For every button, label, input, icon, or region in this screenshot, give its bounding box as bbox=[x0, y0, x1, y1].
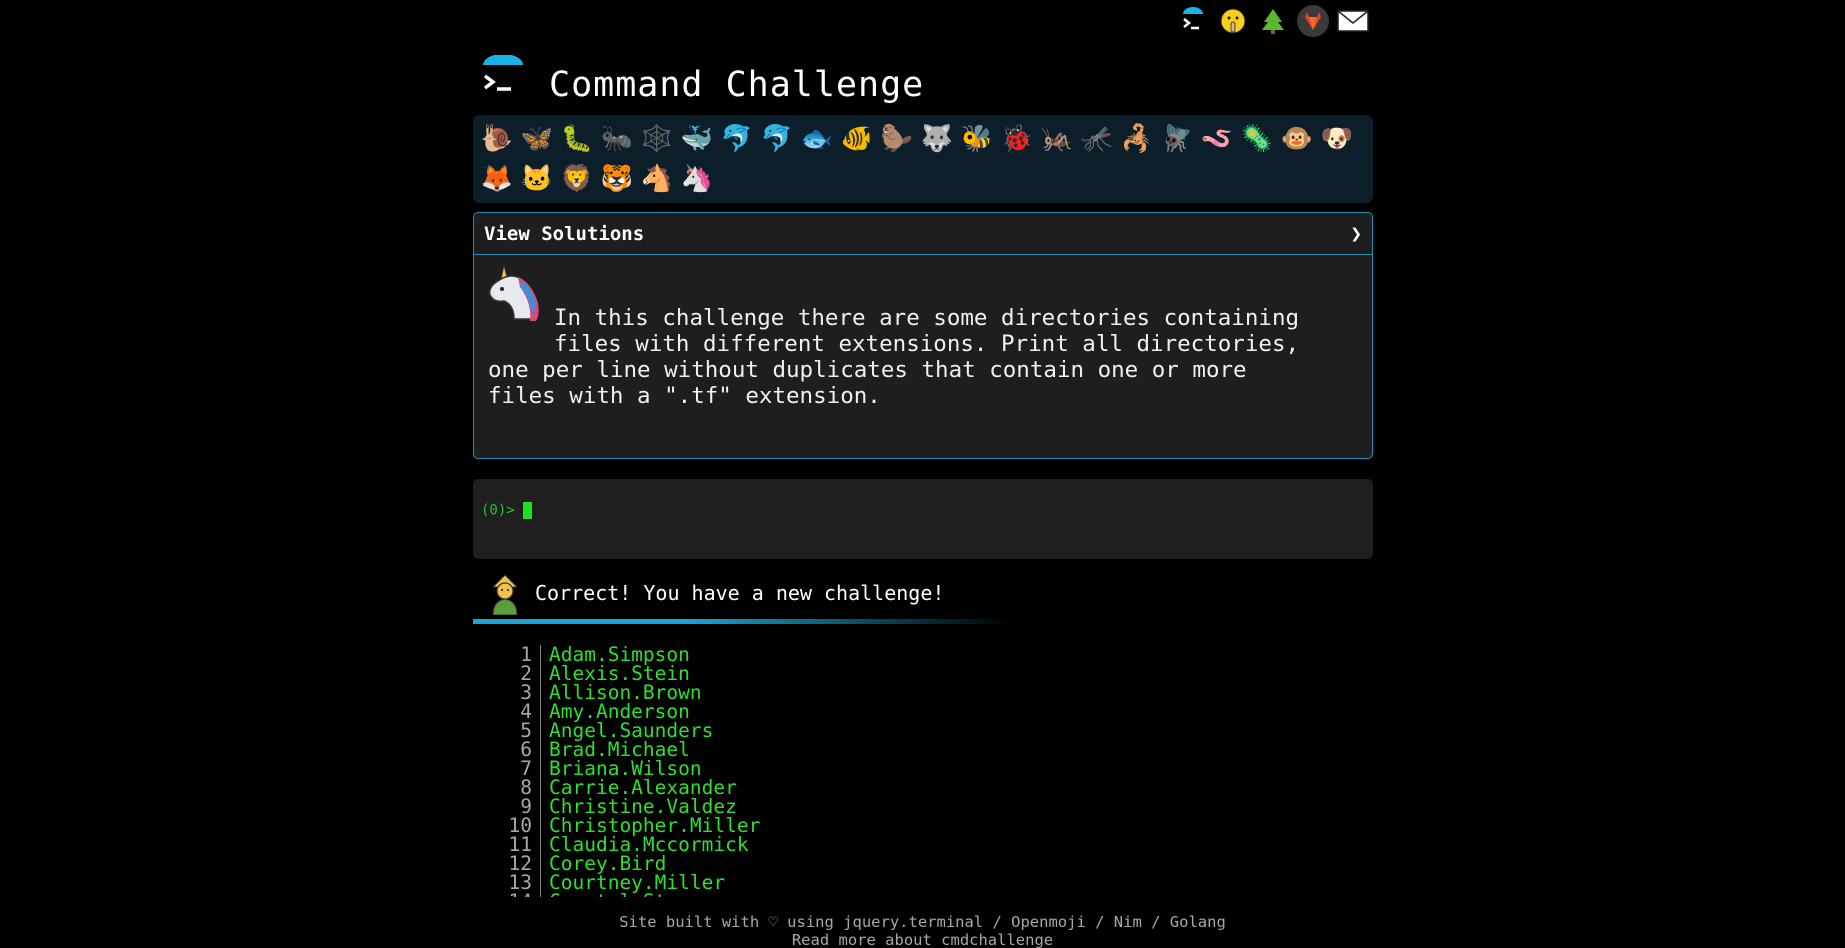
line-separator bbox=[540, 683, 541, 702]
challenge-tiger-icon[interactable]: 🐯 bbox=[597, 159, 637, 199]
line-separator bbox=[540, 797, 541, 816]
challenge-lion-icon[interactable]: 🦁 bbox=[557, 159, 597, 199]
line-number: 14 bbox=[473, 892, 540, 897]
challenge-description: In this challenge there are some directo… bbox=[474, 255, 1372, 419]
challenge-microbe-icon[interactable]: 🦠 bbox=[1237, 119, 1277, 159]
line-separator bbox=[540, 873, 541, 892]
unicorn-icon bbox=[484, 263, 544, 325]
challenge-caterpillar-icon[interactable]: 🐛 bbox=[557, 119, 597, 159]
challenge-dog-icon[interactable]: 🐶 bbox=[1317, 119, 1357, 159]
progress-bar bbox=[473, 619, 1013, 624]
shushing-face-icon[interactable] bbox=[1216, 4, 1250, 38]
challenge-text: In this challenge there are some directo… bbox=[488, 305, 1358, 409]
challenge-butterfly-icon[interactable]: 🦋 bbox=[517, 119, 557, 159]
view-solutions-header[interactable]: View Solutions ❯ bbox=[474, 213, 1372, 255]
terminal-prompt: (0)> bbox=[481, 502, 515, 518]
challenge-snail-icon[interactable]: 🐌 bbox=[477, 119, 517, 159]
top-icon-bar bbox=[1176, 4, 1370, 38]
line-separator bbox=[540, 740, 541, 759]
challenge-tropical-fish-icon[interactable]: 🐠 bbox=[837, 119, 877, 159]
tree-icon[interactable] bbox=[1256, 4, 1290, 38]
line-separator bbox=[540, 645, 541, 664]
description-line-1: In this challenge there are some directo… bbox=[554, 305, 1300, 331]
challenge-fly-icon[interactable]: 🪰 bbox=[1157, 119, 1197, 159]
gitlab-icon[interactable] bbox=[1296, 4, 1330, 38]
view-solutions-label: View Solutions bbox=[484, 222, 645, 245]
description-line-3: one per line without duplicates that con… bbox=[488, 357, 1247, 383]
output-line: 14 Crystal.Stone bbox=[473, 892, 1373, 897]
challenge-icon-bar: 🐌 🦋 🐛 🐜 🕸️ 🐳 🐬 🐬 🐟 🐠 🦫 🐺 🐝 🐞 🦗 🦟 🦂 🪰 🪱 🦠 🐵 🐶 🦊 🐱 🦁 🐯 🐴 🦄 bbox=[473, 115, 1373, 203]
description-line-2: files with different extensions. Print a… bbox=[554, 331, 1300, 357]
page-header: Command Challenge bbox=[473, 50, 1373, 110]
footer: Site built with ♡ using jquery.terminal … bbox=[0, 913, 1845, 948]
challenge-ant-icon[interactable]: 🐜 bbox=[597, 119, 637, 159]
challenge-worm-icon[interactable]: 🪱 bbox=[1197, 119, 1237, 159]
line-separator bbox=[540, 664, 541, 683]
line-value: Crystal.Stone bbox=[549, 892, 702, 897]
line-separator bbox=[540, 835, 541, 854]
line-separator bbox=[540, 854, 541, 873]
line-separator bbox=[540, 721, 541, 740]
challenge-scorpion-icon[interactable]: 🦂 bbox=[1117, 119, 1157, 159]
terminal-input[interactable]: (0)> bbox=[473, 479, 1373, 559]
challenge-unicorn-icon[interactable]: 🦄 bbox=[677, 159, 717, 199]
challenge-beaver-icon[interactable]: 🦫 bbox=[877, 119, 917, 159]
line-separator bbox=[540, 778, 541, 797]
footer-credits: Site built with ♡ using jquery.terminal … bbox=[619, 913, 1226, 931]
logo-icon bbox=[473, 53, 529, 105]
terminal-icon[interactable] bbox=[1176, 4, 1210, 38]
description-line-4: files with a ".tf" extension. bbox=[488, 383, 881, 409]
challenge-fox-icon[interactable]: 🦊 bbox=[477, 159, 517, 199]
challenge-ladybug-icon[interactable]: 🐞 bbox=[997, 119, 1037, 159]
challenge-dolphin-gray-icon[interactable]: 🐬 bbox=[757, 119, 797, 159]
challenge-dolphin-icon[interactable]: 🐬 bbox=[717, 119, 757, 159]
challenge-wolf-icon[interactable]: 🐺 bbox=[917, 119, 957, 159]
page-title: Command Challenge bbox=[549, 65, 925, 105]
line-separator bbox=[540, 759, 541, 778]
line-separator bbox=[540, 816, 541, 835]
elf-icon bbox=[485, 571, 525, 616]
challenge-cat-icon[interactable]: 🐱 bbox=[517, 159, 557, 199]
line-separator bbox=[540, 892, 541, 897]
challenge-monkey-icon[interactable]: 🐵 bbox=[1277, 119, 1317, 159]
challenge-whale-icon[interactable]: 🐳 bbox=[677, 119, 717, 159]
chevron-right-icon[interactable]: ❯ bbox=[1351, 223, 1362, 245]
challenge-bee-icon[interactable]: 🐝 bbox=[957, 119, 997, 159]
challenge-cricket-icon[interactable]: 🦗 bbox=[1037, 119, 1077, 159]
terminal-cursor bbox=[522, 501, 532, 519]
challenge-horse-icon[interactable]: 🐴 bbox=[637, 159, 677, 199]
challenge-spider-web-icon[interactable]: 🕸️ bbox=[637, 119, 677, 159]
solutions-panel: View Solutions ❯ In this challenge there… bbox=[473, 212, 1373, 459]
mail-icon[interactable] bbox=[1336, 4, 1370, 38]
result-text: Correct! You have a new challenge! bbox=[535, 581, 945, 605]
command-output: 1 Adam.Simpson 2 Alexis.Stein 3 Allison.Brown… bbox=[473, 645, 1373, 897]
challenge-fish-icon[interactable]: 🐟 bbox=[797, 119, 837, 159]
page: Command Challenge 🐌 🦋 🐛 🐜 🕸️ 🐳 🐬 🐬 🐟 🐠 🦫 🐺 🐝 🐞 🦗 🦟 🦂 🪰 🪱 🦠 🐵… bbox=[0, 0, 1845, 948]
result-message: Correct! You have a new challenge! bbox=[473, 568, 1373, 618]
line-separator bbox=[540, 702, 541, 721]
challenge-mosquito-icon[interactable]: 🦟 bbox=[1077, 119, 1117, 159]
read-more-link[interactable]: Read more about cmdchallenge bbox=[0, 931, 1845, 948]
